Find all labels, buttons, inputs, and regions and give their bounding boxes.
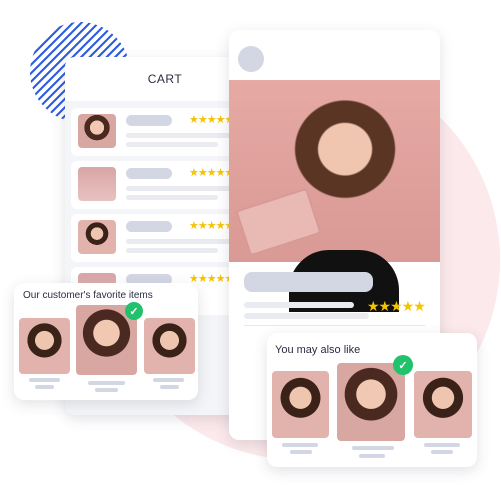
text-placeholder xyxy=(352,446,394,450)
text-placeholder xyxy=(29,378,60,382)
favorite-item-image[interactable] xyxy=(144,318,195,374)
text-placeholder xyxy=(35,385,54,389)
text-placeholder xyxy=(282,443,318,447)
item-title-placeholder xyxy=(126,221,172,232)
text-placeholder xyxy=(359,454,385,458)
product-thumbnail xyxy=(78,220,116,254)
rating-stars: ★★★★★ xyxy=(189,114,234,126)
avatar xyxy=(238,46,264,72)
recommended-item-image[interactable] xyxy=(272,371,329,438)
rating-stars: ★★★★★ xyxy=(189,273,234,285)
check-icon: ✓ xyxy=(393,355,413,375)
recommended-item-image[interactable] xyxy=(337,363,405,441)
recommended-item-image[interactable] xyxy=(414,371,472,438)
favorite-item-image[interactable] xyxy=(19,318,70,374)
text-placeholder xyxy=(424,443,460,447)
text-placeholder xyxy=(431,450,453,454)
rating-stars: ★★★★★ xyxy=(189,167,234,179)
product-hero-image xyxy=(229,80,440,312)
text-placeholder xyxy=(88,381,125,385)
text-placeholder xyxy=(244,302,354,308)
text-placeholder xyxy=(126,142,218,147)
item-title-placeholder xyxy=(126,168,172,179)
favorites-title: Our customer's favorite items xyxy=(23,290,153,301)
text-placeholder xyxy=(153,378,184,382)
also-like-title: You may also like xyxy=(275,344,361,356)
also-like-panel: You may also like ✓ xyxy=(267,333,477,467)
text-placeholder xyxy=(95,388,118,392)
text-placeholder xyxy=(244,313,369,319)
check-icon: ✓ xyxy=(125,302,143,320)
favorites-panel: Our customer's favorite items ✓ xyxy=(14,283,198,400)
eyeshadow-palette xyxy=(235,187,322,257)
text-placeholder xyxy=(160,385,179,389)
text-placeholder xyxy=(290,450,312,454)
product-thumbnail xyxy=(78,114,116,148)
text-placeholder xyxy=(126,248,218,253)
rating-stars: ★★★★★ xyxy=(189,220,234,232)
divider xyxy=(244,325,425,326)
rating-stars: ★★★★★ xyxy=(367,298,426,314)
item-title-placeholder xyxy=(126,115,172,126)
product-thumbnail xyxy=(78,167,116,201)
product-title-placeholder xyxy=(244,272,373,292)
text-placeholder xyxy=(126,195,218,200)
